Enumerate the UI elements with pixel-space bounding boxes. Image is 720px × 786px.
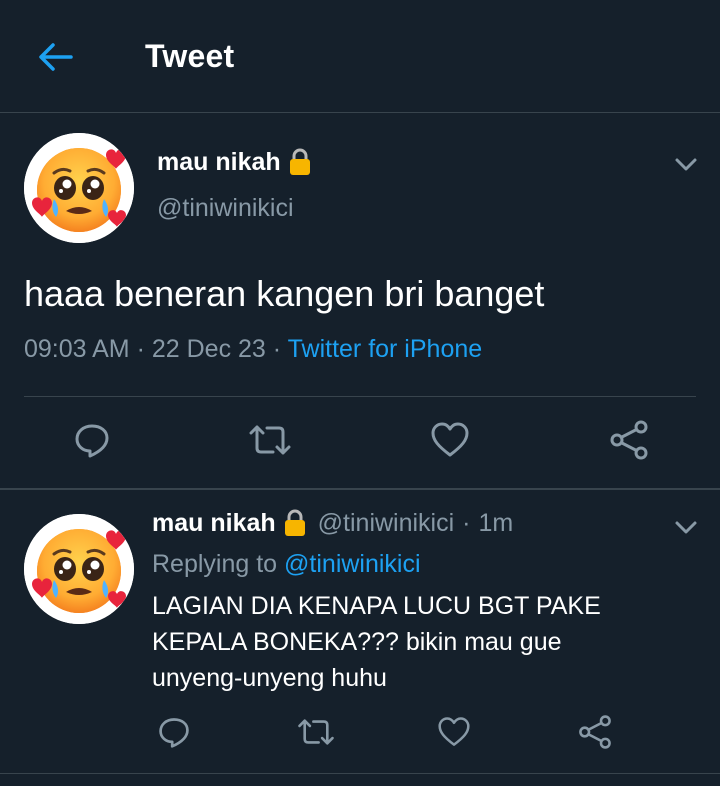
top-app-bar: Tweet [0,0,720,113]
tweet-meta: 09:03 AM · 22 Dec 23 · Twitter for iPhon… [24,335,482,364]
retweet-icon [298,719,334,745]
share-icon [610,420,648,460]
share-icon [579,715,611,749]
retweet-icon [249,425,291,455]
like-button[interactable] [434,712,474,752]
author-name-text: mau nikah [152,508,276,537]
arrow-left-icon [39,43,73,71]
reply-text-line: LAGIAN DIA KENAPA LUCU BGT PAKE [152,592,601,620]
tweet-source-link[interactable]: Twitter for iPhone [288,335,483,363]
tweet-date: 22 Dec 23 [151,335,266,363]
tweet-text: haaa beneran kangen bri banget [24,273,545,314]
retweet-button[interactable] [246,418,294,462]
author-name-text: mau nikah [157,147,281,176]
reply-text-line: unyeng-unyeng huhu [152,664,387,692]
heart-icon [438,717,470,746]
author-handle[interactable]: @tiniwinikici [157,194,294,223]
pleading-face-emoji-icon [24,514,134,624]
chevron-down-icon[interactable] [671,150,701,178]
lock-icon [287,147,313,177]
reply-header: mau nikah @tiniwinikici · 1m [152,508,513,538]
chevron-down-icon[interactable] [671,513,701,541]
reply-age: 1m [478,508,514,537]
reply-text-line: KEPALA BONEKA??? bikin mau gue [152,628,562,656]
replying-to-handle[interactable]: @tiniwinikici [284,550,421,578]
reply-button[interactable] [154,712,194,752]
back-button[interactable] [30,34,80,80]
page-title: Tweet [145,38,235,74]
share-button[interactable] [574,712,616,752]
reply-icon [159,718,189,748]
reply-button[interactable] [70,418,114,462]
avatar[interactable] [24,133,134,243]
like-button[interactable] [428,418,472,462]
retweet-button[interactable] [294,712,338,752]
heart-icon [431,422,469,457]
share-button[interactable] [606,418,652,462]
divider [0,488,720,490]
tweet-time: 09:03 AM [24,335,130,363]
divider [0,773,720,774]
author-name[interactable]: mau nikah [157,147,313,177]
replying-to: Replying to @tiniwinikici [152,550,421,579]
pleading-face-emoji-icon [24,133,134,243]
replying-to-label: Replying to [152,550,278,578]
meta-separator: · [136,335,145,363]
meta-separator: · [462,508,471,537]
divider [24,396,696,397]
lock-icon [282,508,308,538]
avatar[interactable] [24,514,134,624]
tweet-action-bar [0,712,720,756]
reply-icon [75,424,109,458]
author-handle[interactable]: @tiniwinikici [318,509,455,538]
author-name[interactable]: mau nikah [152,508,308,538]
tweet-action-bar [0,418,720,466]
meta-separator: · [272,335,282,363]
reply-text: LAGIAN DIA KENAPA LUCU BGT PAKE KEPALA B… [152,588,672,696]
